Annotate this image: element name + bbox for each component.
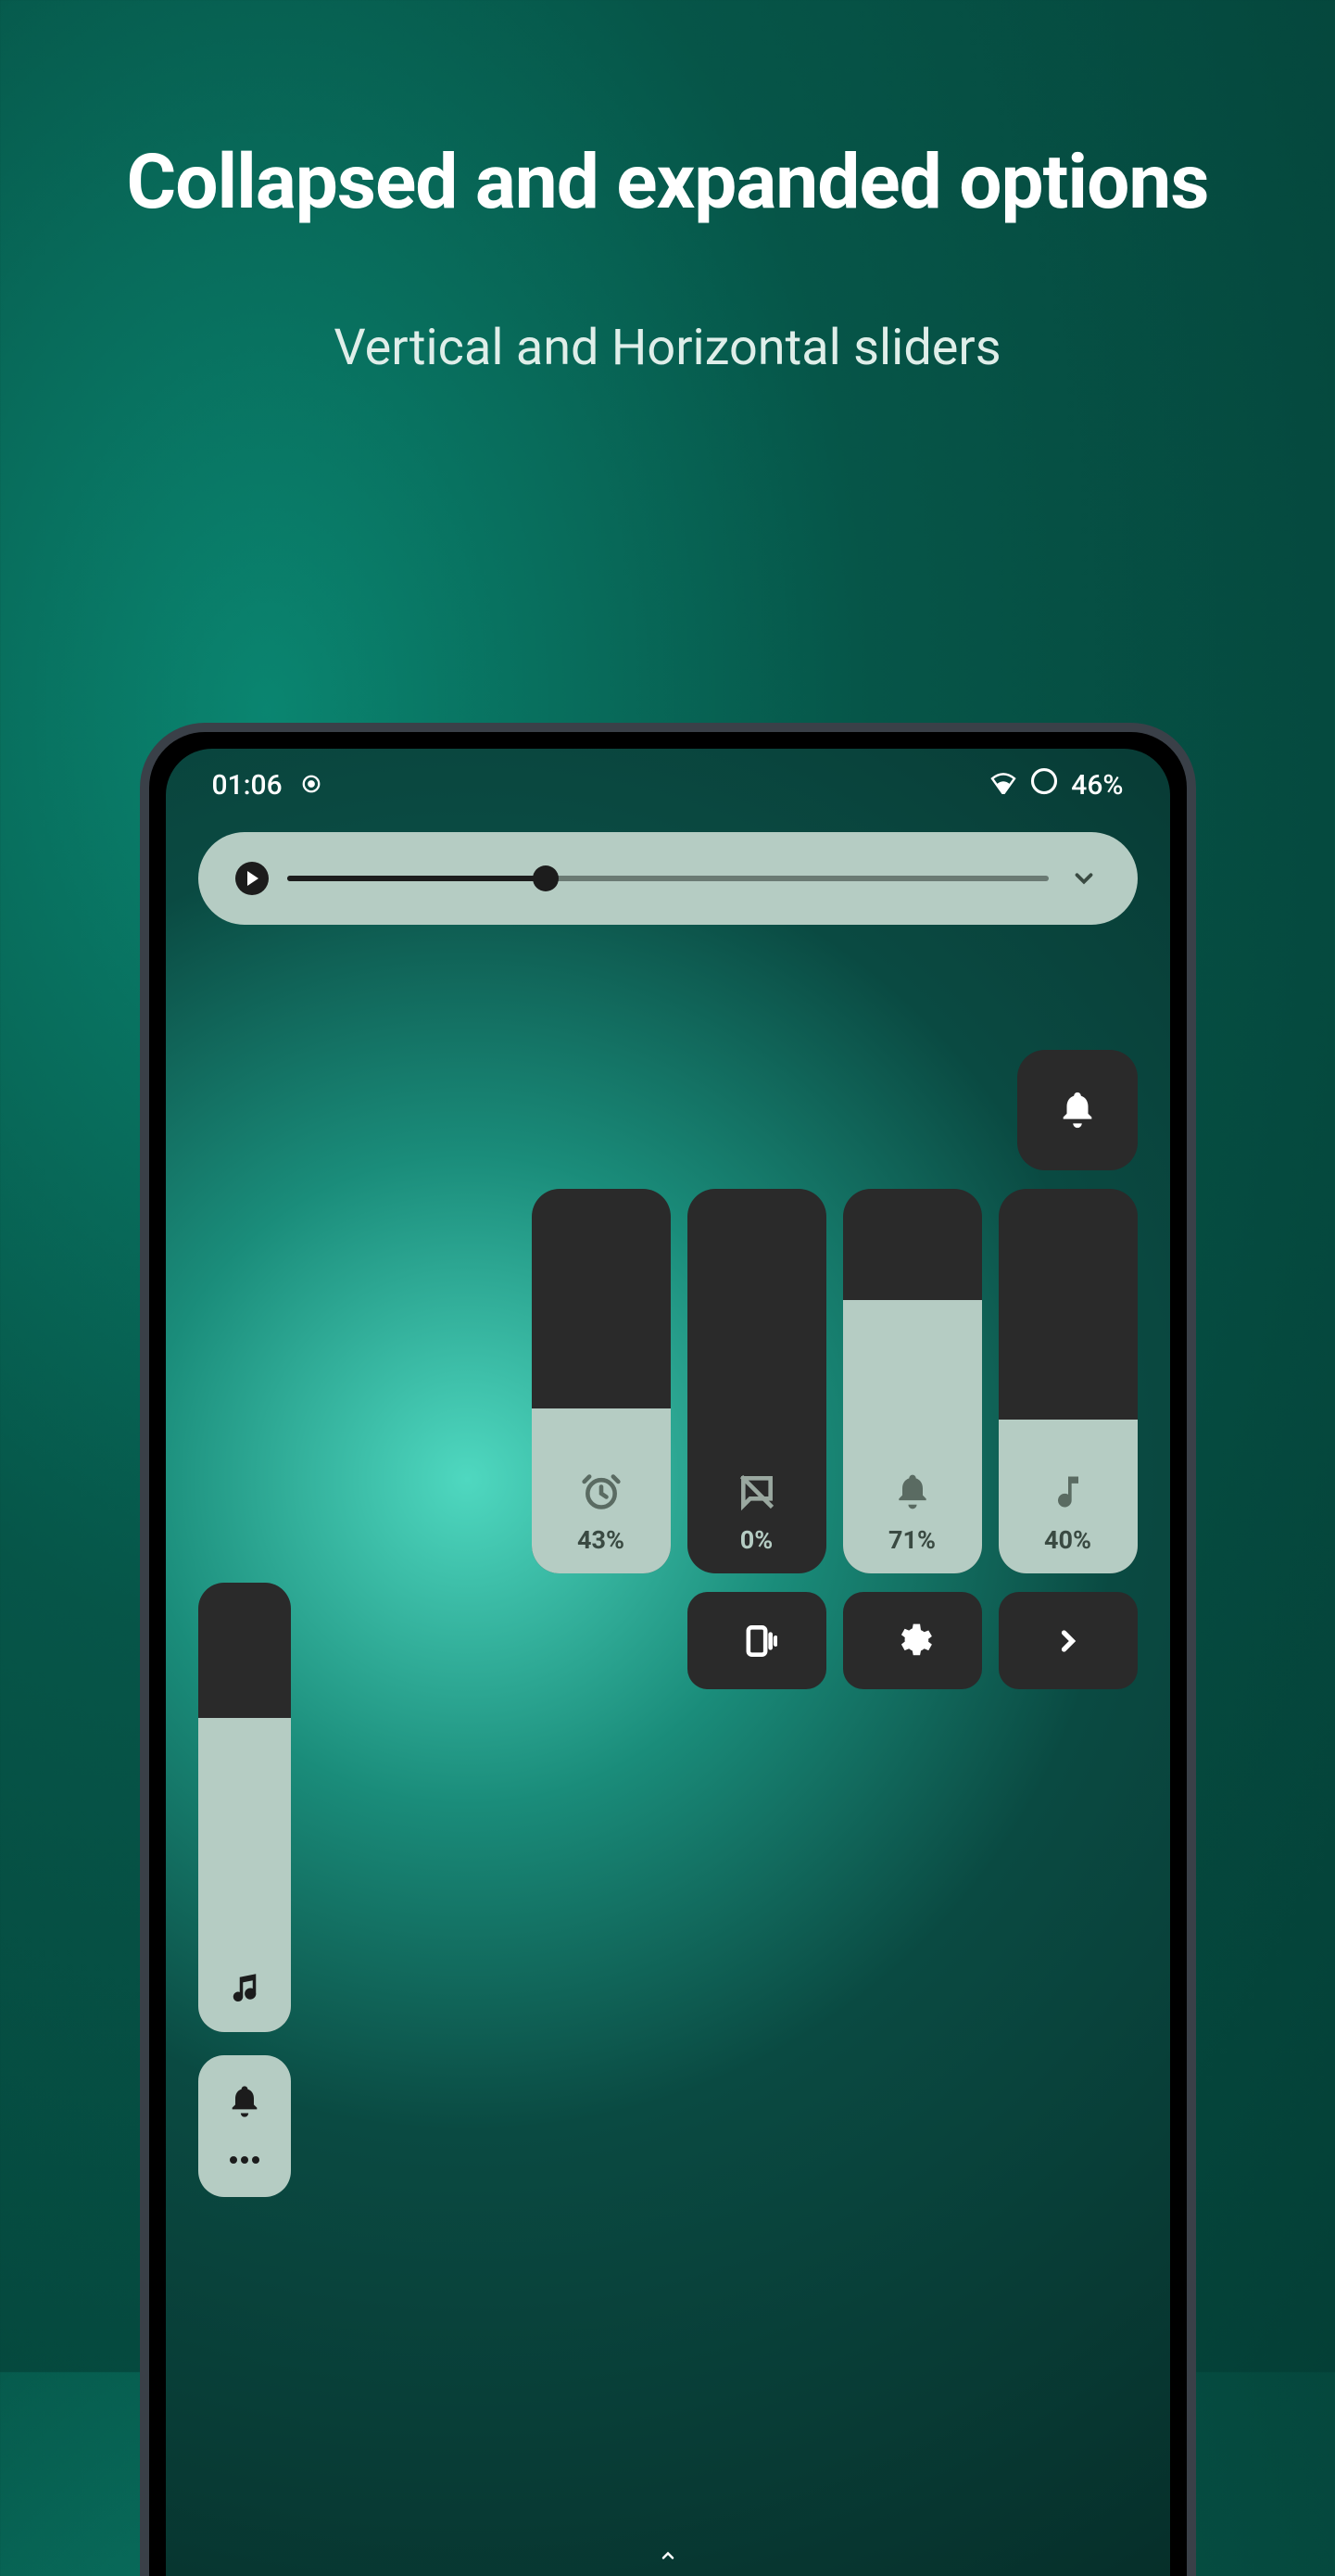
promo-subtitle: Vertical and Horizontal sliders — [0, 319, 1335, 379]
chat-volume-slider[interactable]: 0% — [687, 1189, 826, 1573]
music-note-icon — [225, 1969, 264, 2012]
more-icon[interactable] — [226, 2152, 263, 2169]
ring-volume-label: 71% — [888, 1525, 936, 1555]
vibrate-mode-button[interactable] — [687, 1592, 826, 1689]
phone-vibrate-icon — [737, 1621, 777, 1661]
horizontal-media-slider[interactable] — [198, 832, 1138, 925]
vertical-sliders-group: 43% 0% 71% — [532, 1189, 1138, 1573]
alarm-volume-label: 43% — [577, 1525, 624, 1555]
handle-chevron-up-icon[interactable] — [166, 2546, 1170, 2576]
status-bar: 01:06 46% — [166, 749, 1170, 812]
phone-screen: 01:06 46% — [166, 749, 1170, 2576]
action-buttons-row — [687, 1592, 1138, 1689]
bell-icon — [892, 1471, 933, 1516]
status-time: 01:06 — [212, 769, 283, 802]
alarm-icon — [581, 1471, 622, 1516]
notification-mode-button[interactable] — [1017, 1050, 1138, 1170]
settings-button[interactable] — [843, 1592, 982, 1689]
bell-icon — [1056, 1089, 1099, 1131]
ring-volume-slider[interactable]: 71% — [843, 1189, 982, 1573]
bell-icon[interactable] — [226, 2083, 263, 2124]
horizontal-slider-track[interactable] — [287, 876, 1049, 881]
play-button[interactable] — [235, 862, 269, 895]
chat-off-icon — [737, 1471, 777, 1516]
horizontal-slider-thumb[interactable] — [533, 865, 559, 891]
music-note-icon — [1048, 1471, 1089, 1516]
media-volume-label: 40% — [1044, 1525, 1091, 1555]
battery-circle-icon — [1030, 767, 1058, 802]
play-icon — [247, 871, 258, 886]
gear-icon — [892, 1621, 933, 1661]
next-button[interactable] — [999, 1592, 1138, 1689]
media-volume-slider[interactable]: 40% — [999, 1189, 1138, 1573]
chevron-right-icon — [1052, 1624, 1085, 1658]
target-icon — [301, 769, 321, 802]
chat-volume-label: 0% — [740, 1525, 773, 1555]
expand-button[interactable] — [1067, 865, 1101, 892]
alarm-volume-slider[interactable]: 43% — [532, 1189, 671, 1573]
promo-title: Collapsed and expanded options — [0, 0, 1335, 226]
collapsed-controls-panel — [198, 2055, 291, 2197]
phone-frame: 01:06 46% — [140, 723, 1196, 2576]
status-battery-label: 46% — [1071, 769, 1123, 802]
collapsed-volume-slider[interactable] — [198, 1583, 291, 2032]
wifi-icon — [989, 769, 1017, 802]
